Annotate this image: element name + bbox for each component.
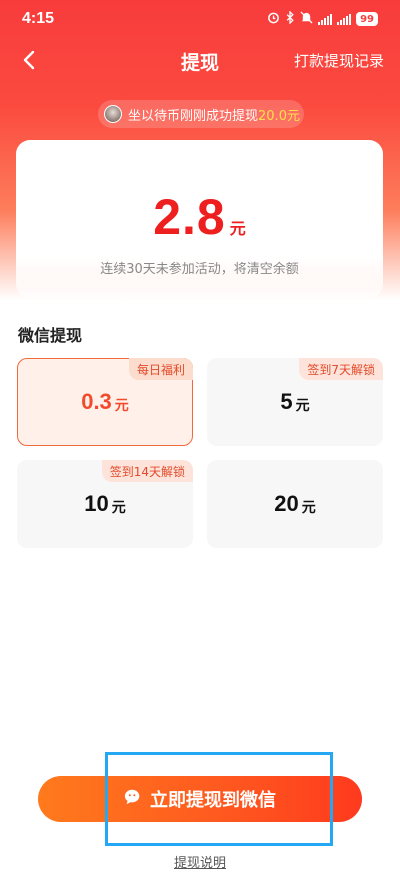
bluetooth-icon [285, 10, 295, 27]
notice-text: 坐以待币刚刚成功提现 [128, 108, 259, 124]
status-icons: 99 [267, 10, 378, 27]
option-unit: 元 [301, 500, 316, 516]
amount-option-0-3[interactable]: 每日福利 0.3 元 [17, 358, 193, 446]
option-amount: 20 [274, 491, 299, 516]
balance-value: 2.8 [153, 189, 226, 245]
option-amount: 0.3 [81, 389, 112, 414]
balance-tip: 连续30天未参加活动，将清空余额 [100, 262, 299, 277]
withdraw-records-link[interactable]: 打款提现记录 [294, 50, 384, 71]
option-unit: 元 [114, 398, 129, 414]
avatar [104, 105, 122, 123]
withdraw-notice: 坐以待币刚刚成功提现 20.0元 [98, 100, 304, 128]
mute-icon [300, 11, 313, 27]
balance-card: 2.8 元 连续30天未参加活动，将清空余额 [16, 140, 383, 298]
nav-bar: 提现 打款提现记录 [0, 38, 400, 82]
option-badge: 签到7天解锁 [299, 358, 383, 380]
option-amount: 10 [84, 491, 109, 516]
status-bar: 4:15 99 [0, 0, 400, 38]
amount-option-5[interactable]: 签到7天解锁 5 元 [207, 358, 383, 446]
withdraw-explain: 提现说明 [0, 852, 400, 871]
balance-amount: 2.8 元 [16, 188, 383, 246]
withdraw-explain-link[interactable]: 提现说明 [174, 856, 226, 871]
status-time: 4:15 [22, 10, 55, 27]
wechat-icon [124, 788, 142, 811]
amount-option-20[interactable]: 20 元 [207, 460, 383, 548]
withdraw-to-wechat-button[interactable]: 立即提现到微信 [38, 776, 362, 822]
withdraw-button-label: 立即提现到微信 [150, 790, 276, 811]
battery-icon: 99 [356, 12, 378, 26]
option-badge: 每日福利 [128, 358, 193, 380]
alarm-icon [267, 11, 280, 27]
option-unit: 元 [111, 500, 126, 516]
balance-unit: 元 [229, 219, 246, 238]
amount-option-10[interactable]: 签到14天解锁 10 元 [17, 460, 193, 548]
option-badge: 签到14天解锁 [101, 460, 193, 482]
notice-amount: 20.0元 [258, 108, 300, 124]
option-amount: 5 [280, 389, 293, 414]
section-title: 微信提现 [18, 326, 83, 345]
signal-icon [337, 13, 352, 25]
signal-icon [318, 13, 333, 25]
option-unit: 元 [295, 398, 310, 414]
